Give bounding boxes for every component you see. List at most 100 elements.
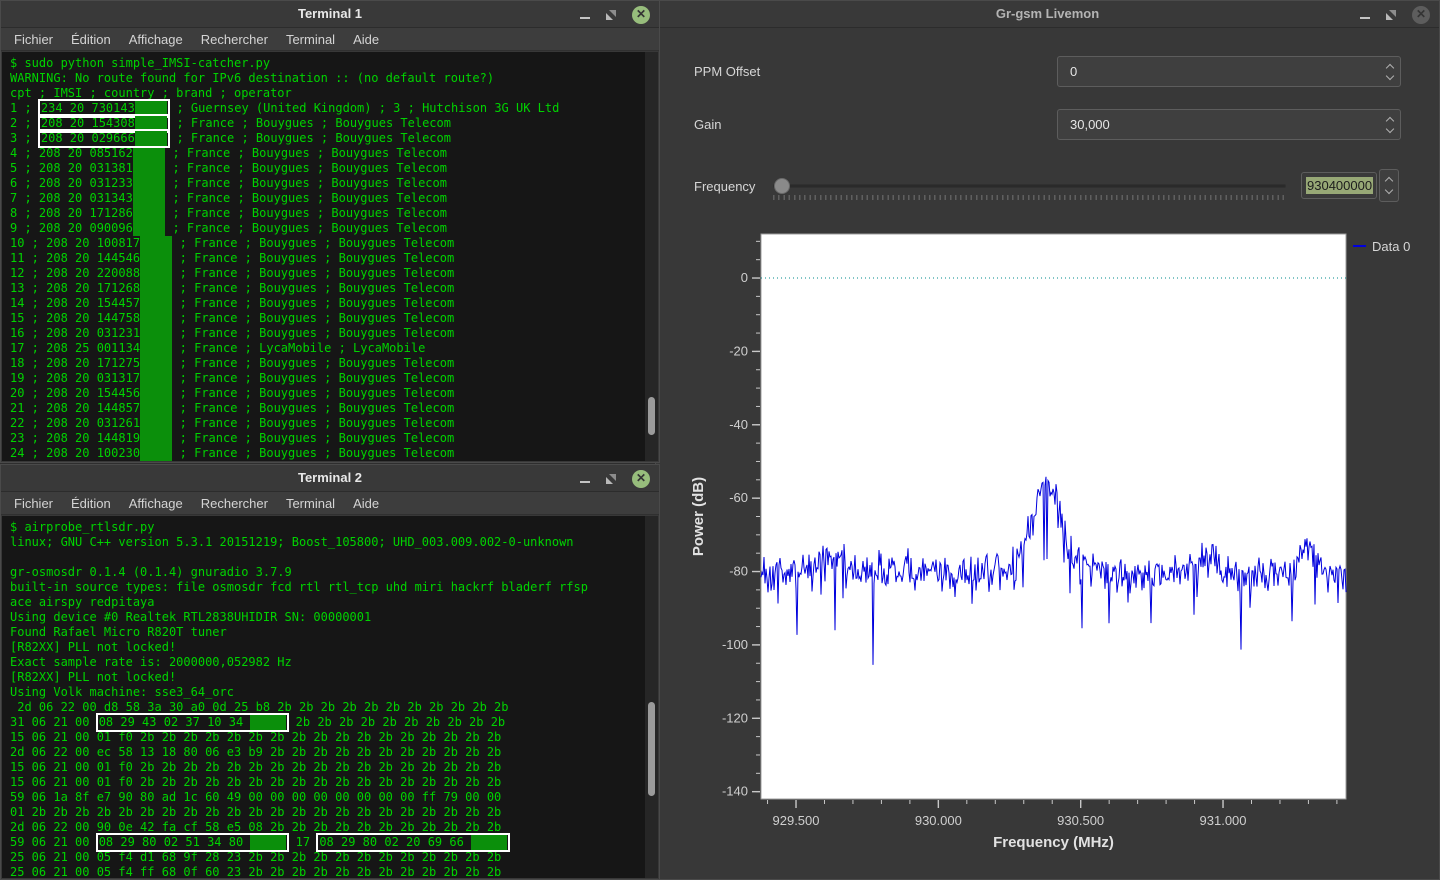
terminal-line: Found Rafael Micro R820T tuner [10,625,227,639]
menu-item-rechercher[interactable]: Rechercher [192,30,277,49]
gain-spinbox[interactable]: 30,000 [1057,109,1401,140]
spin-down-icon[interactable] [1385,124,1395,133]
terminal-line: [R82XX] PLL not locked! [10,640,177,654]
terminal-line: 59 06 21 00 08 29 80 02 51 34 80 17 08 2… [10,833,658,852]
terminal1-content: $ sudo python simple_IMSI-catcher.py WARN… [2,52,658,461]
imsi-cell: 208 20 031317 [46,371,173,386]
terminal-line: gr-osmosdr 0.1.4 (0.1.4) gnuradio 3.7.9 [10,565,292,579]
svg-text:-80: -80 [729,564,748,579]
imsi-cell: 208 20 085162 [39,146,166,161]
imsi-row: 13 ; 208 20 171268 ; France ; Bouygues ;… [10,281,455,296]
terminal1-window: Terminal 1 ✕ Fichier Édition Affichage Rech… [0,0,660,463]
redacted-block [132,161,166,176]
redacted-block [140,296,173,311]
frequency-slider-handle[interactable] [774,178,790,194]
imsi-row: 4 ; 208 20 085162 ; France ; Bouygues ; … [10,146,447,161]
spin-down-icon[interactable] [1384,185,1394,195]
redacted-block [140,386,173,401]
terminal-line: $ sudo python simple_IMSI-catcher.py [10,56,271,70]
frequency-slider-ticks [773,195,1286,200]
spin-up-icon[interactable] [1384,176,1394,186]
close-icon: ✕ [635,471,647,485]
restore-button[interactable] [606,9,616,20]
restore-button[interactable] [1386,9,1396,20]
svg-text:-140: -140 [722,784,748,799]
menu-item-édition[interactable]: Édition [62,30,120,49]
imsi-row: 22 ; 208 20 031261 ; France ; Bouygues ;… [10,416,455,431]
imsi-cell: 208 20 144857 [46,401,173,416]
terminal-line: 15 06 21 00 01 f0 2b 2b 2b 2b 2b 2b 2b 2… [10,760,502,774]
livemon-titlebar[interactable]: Gr-gsm Livemon ✕ [656,1,1439,28]
imsi-cell: 208 20 090096 [39,221,166,236]
imsi-cell: 208 20 031381 [39,161,166,176]
imsi-row: 10 ; 208 20 100817 ; France ; Bouygues ;… [10,236,455,251]
redacted-block [140,416,173,431]
imsi-cell: 208 20 154457 [46,296,173,311]
imsi-cell: 208 20 031343 [39,191,166,206]
highlight-box: 08 29 80 02 20 69 66 [316,833,511,852]
restore-icon [1386,9,1396,20]
imsi-cell: 208 20 100230 [46,446,173,461]
scrollbar-thumb[interactable] [648,702,655,796]
imsi-row: 18 ; 208 20 171275 ; France ; Bouygues ;… [10,356,455,371]
menu-item-affichage[interactable]: Affichage [120,30,192,49]
restore-button[interactable] [606,473,616,484]
terminal-line: Using device #0 Realtek RTL2838UHIDIR SN… [10,610,372,624]
redacted-block [140,446,173,461]
spin-down-icon[interactable] [1385,71,1395,80]
svg-text:-60: -60 [729,490,748,505]
terminal-line: linux; GNU C++ version 5.3.1 20151219; B… [10,535,574,549]
terminal2-titlebar[interactable]: Terminal 2 ✕ [1,465,659,492]
menu-item-rechercher[interactable]: Rechercher [192,494,277,513]
spectrum-plot: 929.500 930.000 930.500 931.000 0 -20 -40 -60 -8… [690,233,1410,851]
menu-item-édition[interactable]: Édition [62,494,120,513]
terminal-line: 31 06 21 00 08 29 43 02 37 10 34 2b 2b 2… [10,713,658,732]
imsi-row: 17 ; 208 25 001134 ; France ; LycaMobile… [10,341,426,356]
close-button[interactable]: ✕ [632,469,650,488]
imsi-cell: 208 20 100817 [46,236,173,251]
terminal-line: 2d 06 22 00 ec 58 13 18 80 06 e3 b9 2b 2… [10,745,502,759]
frequency-value-field[interactable]: 930400000 [1301,172,1377,199]
imsi-cell: 208 20 031231 [46,326,173,341]
terminal-line: WARNING: No route found for IPv6 destina… [10,71,495,85]
redacted-block [140,236,173,251]
terminal2-window: Terminal 2 ✕ Fichier Édition Affichage Rech… [0,464,660,880]
terminal-line: built-in source types: file osmosdr fcd … [10,580,588,594]
menu-item-fichier[interactable]: Fichier [5,494,62,513]
menu-item-affichage[interactable]: Affichage [120,494,192,513]
terminal2-scrollbar[interactable] [645,516,658,878]
terminal-line: 59 06 1a 8f e7 90 80 ad 1c 60 49 00 00 0… [10,790,502,804]
ppm-offset-spinbox[interactable]: 0 [1057,56,1401,87]
close-button[interactable]: ✕ [1412,5,1430,24]
restore-icon [606,473,616,484]
close-button[interactable]: ✕ [632,5,650,24]
minimize-button[interactable] [580,16,590,19]
redacted-block [140,356,173,371]
imsi-row: 21 ; 208 20 144857 ; France ; Bouygues ;… [10,401,455,416]
menu-item-fichier[interactable]: Fichier [5,30,62,49]
terminal1-scrollbar[interactable] [645,52,658,461]
menu-item-terminal[interactable]: Terminal [277,30,344,49]
window-title: Terminal 1 [297,6,363,21]
frequency-slider[interactable] [773,184,1286,188]
imsi-cell: 208 25 001134 [46,341,173,356]
minimize-button[interactable] [580,480,590,483]
spin-up-icon[interactable] [1385,63,1395,72]
window-title: Terminal 2 [297,470,363,485]
imsi-row: 14 ; 208 20 154457 ; France ; Bouygues ;… [10,296,455,311]
menu-item-terminal[interactable]: Terminal [277,494,344,513]
redacted-block [250,715,287,730]
terminal1-titlebar[interactable]: Terminal 1 ✕ [1,1,659,28]
gain-label: Gain [694,117,722,132]
spin-up-icon[interactable] [1385,116,1395,125]
imsi-cell: 208 20 031261 [46,416,173,431]
menu-item-aide[interactable]: Aide [344,494,388,513]
menu-item-aide[interactable]: Aide [344,30,388,49]
minimize-button[interactable] [1360,16,1370,19]
svg-text:-20: -20 [729,343,748,358]
scrollbar-thumb[interactable] [648,397,655,435]
terminal2-menubar: Fichier Édition Affichage Rechercher Termina… [1,492,659,515]
terminal-line: [R82XX] PLL not locked! [10,670,177,684]
frequency-spin-buttons[interactable] [1379,169,1399,202]
